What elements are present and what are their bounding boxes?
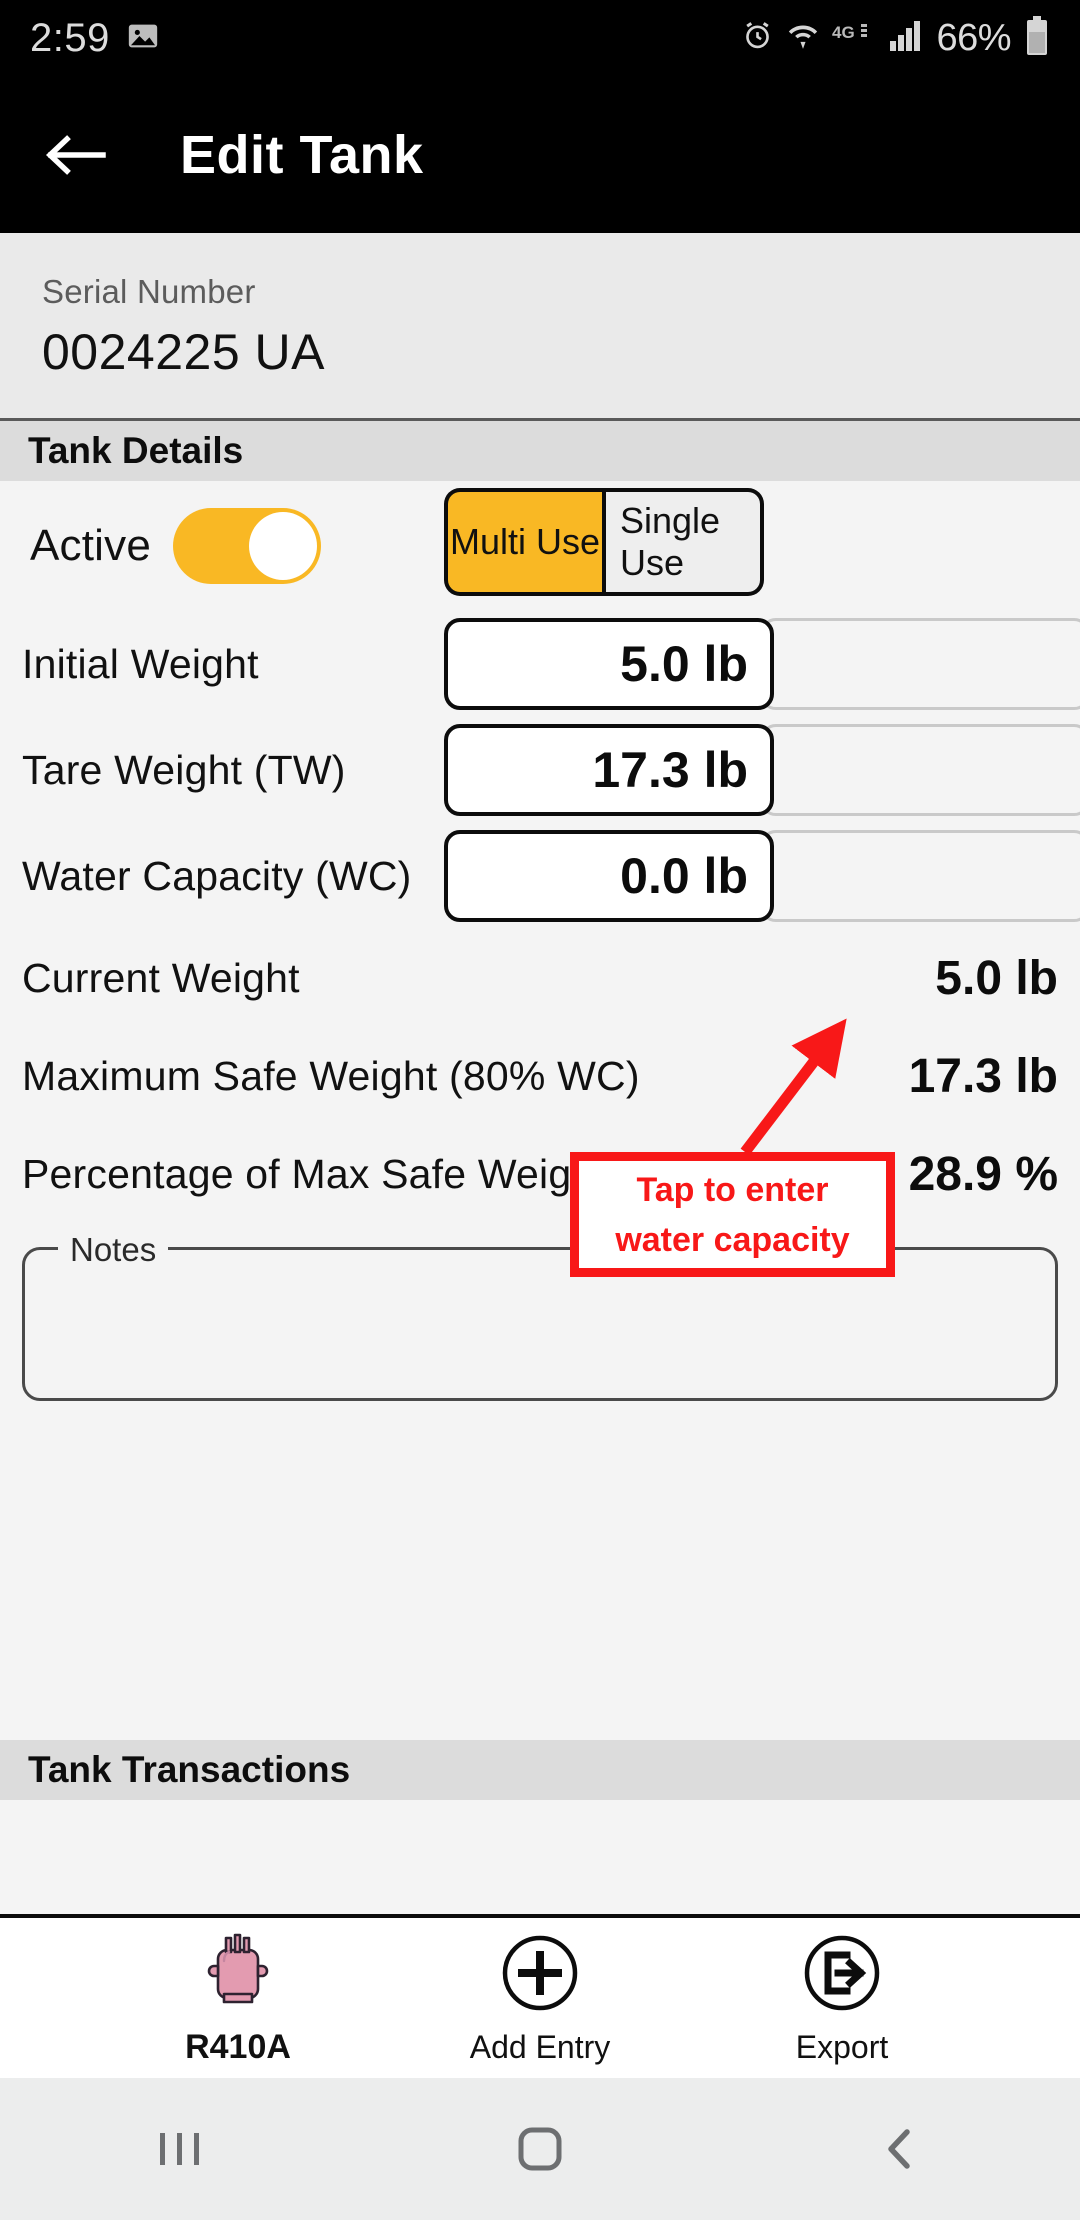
section-header-tank-transactions: Tank Transactions xyxy=(0,1740,1080,1800)
tank-transactions-list xyxy=(0,1800,1080,1918)
back-icon[interactable] xyxy=(810,2078,990,2220)
max-safe-weight-value: 17.3 lb xyxy=(908,1049,1058,1103)
active-toggle-switch[interactable] xyxy=(173,508,322,584)
annotation-callout: Tap to enter water capacity xyxy=(570,1152,895,1277)
row-percentage-of-max-safe-weight: Percentage of Max Safe Weight 28.9 % xyxy=(0,1125,1080,1223)
annotation-line-1: Tap to enter xyxy=(636,1170,829,1209)
water-capacity-input[interactable]: 0.0 lb xyxy=(444,830,774,922)
status-clock: 2:59 xyxy=(30,15,110,60)
android-navigation-bar xyxy=(0,2078,1080,2220)
toggle-knob xyxy=(249,512,318,580)
image-icon xyxy=(126,19,160,58)
home-icon[interactable] xyxy=(450,2078,630,2220)
notes-field[interactable]: Notes xyxy=(22,1233,1058,1401)
initial-weight-input[interactable]: 5.0 lb xyxy=(444,618,774,710)
row-current-weight: Current Weight 5.0 lb xyxy=(0,929,1080,1027)
notes-legend-label: Notes xyxy=(58,1233,169,1267)
row-max-safe-weight: Maximum Safe Weight (80% WC) 17.3 lb xyxy=(0,1027,1080,1125)
app-bar: Edit Tank xyxy=(0,76,1080,233)
plus-circle-icon xyxy=(501,1931,579,2015)
status-bar-left: 2:59 xyxy=(30,16,160,61)
serial-number-block: Serial Number 0024225 UA xyxy=(0,233,1080,421)
current-weight-label: Current Weight xyxy=(22,954,300,1001)
section-header-tank-details: Tank Details xyxy=(0,421,1080,481)
add-entry-label: Add Entry xyxy=(469,2028,611,2065)
serial-number-label: Serial Number xyxy=(42,273,256,310)
section-title: Tank Details xyxy=(28,430,244,471)
active-label: Active xyxy=(30,521,152,570)
alarm-icon xyxy=(741,19,774,57)
percentage-value: 28.9 % xyxy=(908,1147,1058,1201)
initial-weight-label: Initial Weight xyxy=(22,640,259,687)
multi-use-button[interactable]: Multi Use xyxy=(444,488,604,596)
single-use-button[interactable]: Single Use xyxy=(604,488,764,596)
percentage-label: Percentage of Max Safe Weight xyxy=(22,1150,606,1197)
page-title: Edit Tank xyxy=(180,124,424,185)
annotation-line-2: water capacity xyxy=(615,1220,850,1259)
add-entry-button[interactable]: Add Entry xyxy=(435,1931,645,2066)
current-weight-value: 5.0 lb xyxy=(935,951,1058,1005)
tank-details-form: Active Multi Use Single Use Initial Weig… xyxy=(0,481,1080,1740)
row-initial-weight: Initial Weight 5.0 lb xyxy=(0,611,1080,717)
tare-weight-label: Tare Weight (TW) xyxy=(22,746,346,793)
water-capacity-ghost-outline xyxy=(760,830,1080,922)
max-safe-weight-label: Maximum Safe Weight (80% WC) xyxy=(22,1052,640,1099)
battery-percent-label: 66% xyxy=(936,16,1011,59)
export-label: Export xyxy=(795,2028,889,2065)
row-tare-weight: Tare Weight (TW) 17.3 lb xyxy=(0,717,1080,823)
tare-weight-input[interactable]: 17.3 lb xyxy=(444,724,774,816)
refrigerant-type-button[interactable]: R410A xyxy=(133,1930,343,2067)
phone-screen: 2:59 4G 66% Edit Tank Serial Number 0024… xyxy=(0,0,1080,2220)
use-mode-toggle-group: Multi Use Single Use xyxy=(444,488,764,596)
water-capacity-label: Water Capacity (WC) xyxy=(22,852,412,899)
status-bar: 2:59 4G 66% xyxy=(0,0,1080,76)
network-4g-icon: 4G xyxy=(832,21,876,56)
row-active: Active Multi Use Single Use xyxy=(0,481,1080,611)
tare-weight-ghost-outline xyxy=(760,724,1080,816)
svg-text:4G: 4G xyxy=(832,23,855,42)
export-button[interactable]: Export xyxy=(737,1931,947,2066)
serial-number-value: 0024225 UA xyxy=(42,324,326,380)
initial-weight-ghost-outline xyxy=(760,618,1080,710)
recents-icon[interactable] xyxy=(90,2078,270,2220)
status-bar-right: 4G 66% xyxy=(741,15,1050,61)
notes-input[interactable] xyxy=(22,1247,1058,1401)
refrigerant-type-label: R410A xyxy=(185,2027,291,2066)
back-arrow-icon[interactable] xyxy=(40,119,112,191)
refrigerant-tank-icon xyxy=(202,1930,274,2014)
row-water-capacity: Water Capacity (WC) 0.0 lb xyxy=(0,823,1080,929)
wifi-icon xyxy=(787,19,819,57)
battery-icon xyxy=(1024,15,1050,61)
section-title: Tank Transactions xyxy=(28,1749,351,1790)
signal-bars-icon xyxy=(889,19,923,57)
bottom-action-bar: R410A Add Entry Export xyxy=(0,1918,1080,2078)
export-circle-icon xyxy=(803,1931,881,2015)
